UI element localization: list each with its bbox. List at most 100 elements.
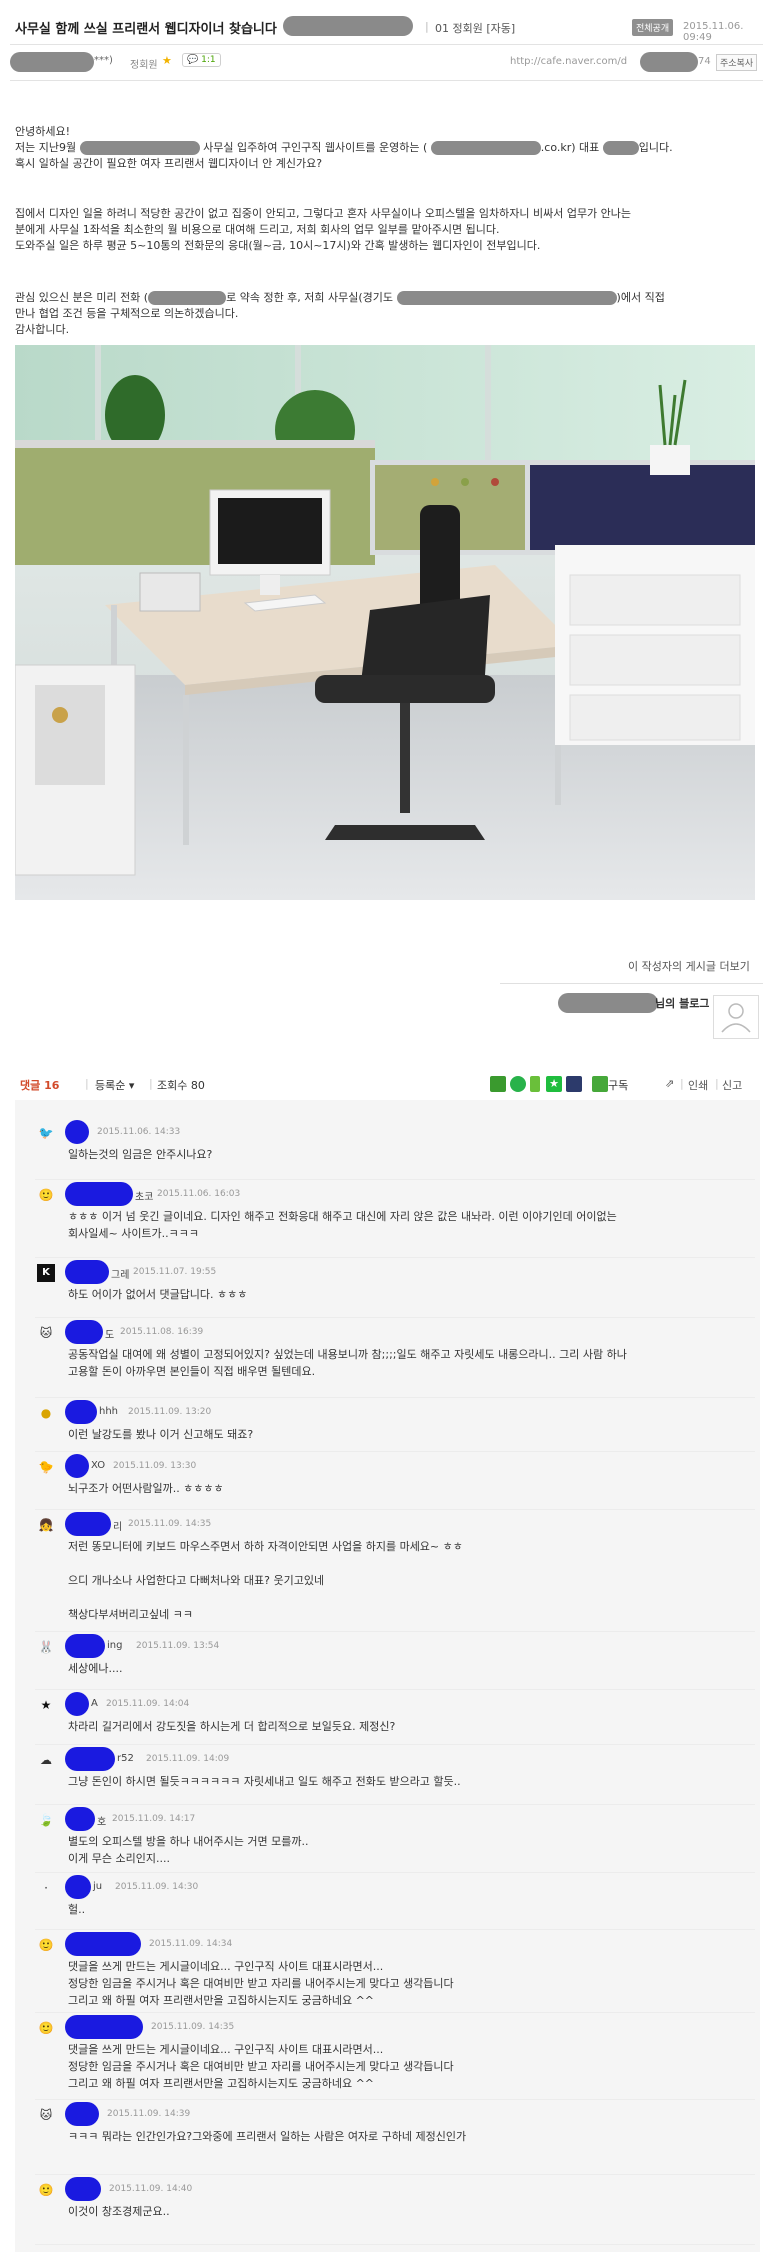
comment-text: 이런 날강도를 봤나 이거 신고해도 돼죠? — [68, 1428, 254, 1441]
comment-text: 세상에나.... — [68, 1662, 123, 1675]
face-avatar-icon[interactable]: 🙂 — [37, 1186, 55, 1204]
copy-address-button[interactable]: 주소복사 — [716, 54, 758, 71]
print-button[interactable]: 인쇄 — [688, 1077, 708, 1093]
post-header: 사무실 함께 쓰실 프리랜서 웹디자이너 찾습니다 | 01 정회원 [자동] … — [0, 0, 773, 92]
comment-item: 🐱 도 2015.11.08. 16:39 공동작업실 대여에 왜 성별이 고정되어… — [15, 1318, 760, 1398]
redacted-commenter-name[interactable] — [65, 1807, 95, 1831]
redacted-commenter-name[interactable] — [65, 2102, 99, 2126]
me2day-share-icon[interactable] — [530, 1076, 540, 1092]
redacted-commenter-name[interactable] — [65, 1260, 109, 1284]
comment-item: 🐰 ing 2015.11.09. 13:54 세상에나.... — [15, 1632, 760, 1690]
girl-avatar-icon[interactable]: 👧 — [37, 1516, 55, 1534]
redacted-commenter-name[interactable] — [65, 1747, 115, 1771]
post-body-contact: 관심 있으신 분은 미리 전화 (로 약속 정한 후, 저희 사무실(경기도 )… — [15, 290, 755, 338]
comment-date: 2015.11.09. 14:35 — [128, 1519, 212, 1529]
bar-separator: | — [680, 1077, 684, 1090]
redacted-title-part — [283, 16, 413, 36]
commenter-name[interactable]: 도 — [105, 1326, 114, 1341]
comment-text: 헐.. — [68, 1903, 86, 1916]
blog-avatar[interactable] — [713, 995, 759, 1039]
redacted-commenter-name[interactable] — [65, 1320, 103, 1344]
chick-avatar-icon[interactable]: 🐤 — [37, 1458, 55, 1476]
cat2-avatar-icon[interactable]: 🐱 — [37, 2106, 55, 2124]
redacted-commenter-name[interactable] — [65, 1182, 133, 1206]
redacted-commenter-name[interactable] — [65, 1634, 105, 1658]
blog-share-icon[interactable] — [566, 1076, 582, 1092]
comment-item: K 그레 2015.11.07. 19:55 하도 어이가 없어서 댓글답니다. ㅎㅎ… — [15, 1258, 760, 1318]
comment-item: ● hhh 2015.11.09. 13:20 이런 날강도를 봤나 이거 신고해도 … — [15, 1398, 760, 1452]
comment-text: 별도의 오피스텔 방을 하나 내어주시는 거면 모를까.. 이게 무슨 소리인지… — [68, 1835, 309, 1865]
face3-avatar-icon[interactable]: 🙂 — [37, 2019, 55, 2037]
redacted-phone — [148, 291, 227, 305]
commenter-name[interactable]: 그레 — [111, 1266, 129, 1281]
office-photo — [15, 345, 755, 900]
redacted-commenter-name[interactable] — [65, 1400, 97, 1424]
more-posts-link[interactable]: 이 작성자의 게시글 더보기 — [628, 958, 750, 974]
report-button[interactable]: 신고 — [722, 1077, 742, 1093]
rss-icon[interactable] — [592, 1076, 608, 1092]
board-name[interactable]: 01 정회원 [자동] — [435, 20, 515, 36]
commenter-name[interactable]: A — [91, 1698, 98, 1709]
contact-line-2: 만나 협업 조건 등을 구체적으로 의논하겠습니다. — [15, 307, 239, 320]
author-divider — [10, 80, 763, 81]
commenter-name[interactable]: 호 — [97, 1813, 106, 1828]
subscribe-button[interactable]: 구독 — [608, 1077, 628, 1093]
comment-date: 2015.11.09. 14:40 — [109, 2184, 193, 2194]
author-suffix: ***) — [94, 55, 113, 66]
face2-avatar-icon[interactable]: 🙂 — [37, 1936, 55, 1954]
comment-text: 공동작업실 대여에 왜 성별이 고정되어있지? 싶었는데 내용보니까 참;;;;… — [68, 1348, 627, 1378]
comment-item: ★ A 2015.11.09. 14:04 차라리 길거리에서 강도짓을 하시는게 더… — [15, 1690, 760, 1745]
blog-link[interactable]: 님의 블로그 — [655, 995, 709, 1011]
face4-avatar-icon[interactable]: 🙂 — [37, 2181, 55, 2199]
commenter-name[interactable]: XO — [91, 1460, 105, 1471]
commenter-name[interactable]: r52 — [117, 1753, 134, 1764]
meta-separator: | — [425, 20, 429, 33]
comment-item: 🙂 초코 2015.11.06. 16:03 ㅎㅎㅎ 이거 넘 웃긴 글이네요. 디자… — [15, 1180, 760, 1258]
redacted-commenter-name[interactable] — [65, 1454, 89, 1478]
redacted-commenter-name[interactable] — [65, 1512, 111, 1536]
cloud-avatar-icon[interactable]: ☁ — [37, 1751, 55, 1769]
comment-text: 댓글을 쓰게 만드는 게시글이네요... 구인구직 사이트 대표시라면서... … — [68, 2043, 454, 2090]
band-share-icon[interactable] — [490, 1076, 506, 1092]
redacted-commenter-name[interactable] — [65, 2177, 101, 2201]
redacted-text — [602, 141, 639, 155]
comment-text: 저런 똥모니터에 키보드 마우스주면서 하하 자격이안되면 사업을 하지를 마세… — [68, 1540, 463, 1621]
commenter-name[interactable]: 리 — [113, 1518, 122, 1533]
leaf-avatar-icon[interactable]: 🍃 — [37, 1811, 55, 1829]
redacted-commenter-name[interactable] — [65, 1692, 89, 1716]
dot-avatar-icon[interactable]: · — [37, 1879, 55, 1897]
commenter-name[interactable]: 초코 — [135, 1188, 153, 1203]
chat-button[interactable]: 💬 1:1 — [182, 53, 221, 67]
redacted-commenter-name[interactable] — [65, 1932, 141, 1956]
comment-count[interactable]: 댓글 16 — [20, 1077, 59, 1093]
details-line-1: 집에서 디자인 일을 하려니 적당한 공간이 없고 집중이 안되고, 그렇다고 … — [15, 207, 632, 220]
comment-text: ㅎㅎㅎ 이거 넘 웃긴 글이네요. 디자인 해주고 전화응대 해주고 대신에 자… — [68, 1210, 617, 1240]
egg-avatar-icon[interactable]: ● — [37, 1404, 55, 1422]
star-icon: ★ — [162, 54, 172, 67]
bunny-avatar-icon[interactable]: 🐰 — [37, 1638, 55, 1656]
cat-avatar-icon[interactable]: 🐱 — [37, 1324, 55, 1342]
star-avatar-icon[interactable]: ★ — [37, 1696, 55, 1714]
star-share-icon[interactable]: ★ — [546, 1076, 562, 1092]
bar-separator: | — [149, 1077, 153, 1090]
redacted-commenter-name[interactable] — [65, 2015, 143, 2039]
commenter-name[interactable]: hhh — [99, 1406, 118, 1417]
comment-item: 🙂 2015.11.09. 14:40 이것이 창조경제군요.. — [15, 2175, 760, 2245]
redacted-commenter-name[interactable] — [65, 1120, 89, 1144]
redacted-author[interactable] — [10, 52, 94, 72]
comment-text: 하도 어이가 없어서 댓글답니다. ㅎㅎㅎ — [68, 1288, 248, 1301]
bird-avatar-icon[interactable]: 🐦 — [37, 1124, 55, 1142]
share-out-icon[interactable]: ⇗ — [665, 1077, 674, 1090]
comment-date: 2015.11.09. 13:30 — [113, 1461, 197, 1471]
line-share-icon[interactable] — [510, 1076, 526, 1092]
redacted-commenter-name[interactable] — [65, 1875, 91, 1899]
commenter-name[interactable]: ju — [93, 1881, 102, 1892]
comment-item: 🐱 2015.11.09. 14:39 ㅋㅋㅋ 뭐라는 인간인가요?그와중에 프리랜… — [15, 2100, 760, 2175]
k-avatar-icon[interactable]: K — [37, 1264, 55, 1282]
chat-icon: 💬 — [187, 55, 199, 65]
post-url[interactable]: http://cafe.naver.com/d — [510, 56, 627, 67]
chevron-down-icon: ▾ — [128, 1079, 135, 1092]
sort-dropdown[interactable]: 등록순 ▾ — [95, 1077, 134, 1093]
comment-date: 2015.11.07. 19:55 — [133, 1267, 217, 1277]
commenter-name[interactable]: ing — [107, 1640, 122, 1651]
